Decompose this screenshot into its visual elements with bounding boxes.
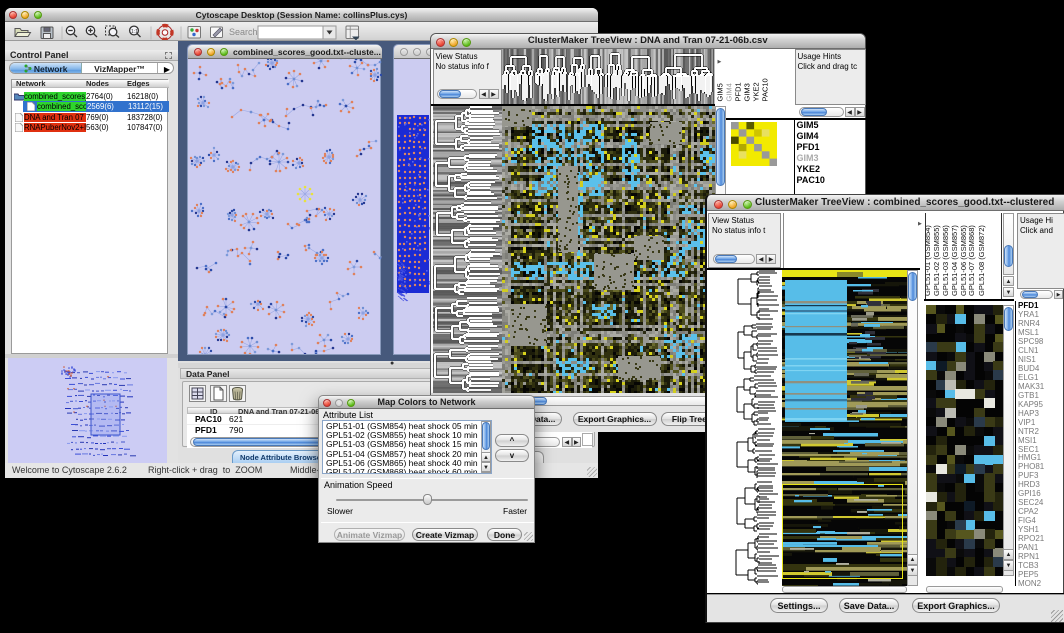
svg-text:1:1: 1:1 — [131, 29, 138, 35]
svg-text:Search:: Search: — [229, 27, 260, 37]
